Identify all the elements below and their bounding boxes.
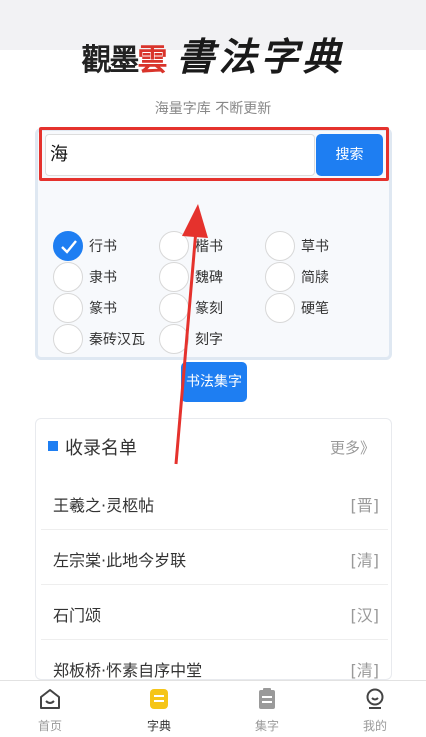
app-logo: 觀墨雲 書法字典 [0, 26, 426, 82]
checkbox-checked-icon [53, 231, 83, 261]
checkbox-icon [53, 324, 83, 354]
dictionary-icon [150, 689, 168, 709]
logo-title: 書法字典 [176, 34, 345, 79]
checkbox-icon [159, 324, 189, 354]
search-button[interactable]: 搜索 [316, 134, 383, 176]
tab-home[interactable]: 首页 [20, 687, 80, 735]
list-item[interactable]: 郑板桥·怀素自序中堂 [清] [41, 640, 388, 679]
logo-seal: 觀墨雲 [81, 43, 167, 78]
profile-icon [366, 688, 384, 709]
list-item[interactable]: 石门颂 [汉] [41, 585, 388, 640]
list-item[interactable]: 左宗棠·此地今岁联 [清] [41, 530, 388, 585]
checkbox-icon [159, 293, 189, 323]
records-header: 收录名单 更多》 [36, 419, 391, 475]
home-icon [40, 689, 60, 709]
checkbox-icon [159, 262, 189, 292]
checkbox-icon [159, 231, 189, 261]
tab-dictionary[interactable]: 字典 [129, 687, 189, 735]
more-link[interactable]: 更多》 [330, 437, 375, 458]
clipboard-icon [259, 688, 275, 709]
checkbox-icon [265, 262, 295, 292]
checkbox-icon [265, 293, 295, 323]
collect-characters-button[interactable]: 书法集字 [181, 362, 247, 402]
tab-bar: 首页 字典 集字 我的 [0, 680, 426, 737]
search-input[interactable]: 海 [45, 134, 315, 176]
tab-profile[interactable]: 我的 [345, 687, 405, 735]
checkbox-icon [53, 293, 83, 323]
records-card: 收录名单 更多》 王羲之·灵柩帖 [晋] 左宗棠·此地今岁联 [清] 石门颂 [… [35, 418, 392, 680]
section-marker [48, 441, 58, 451]
list-item[interactable]: 王羲之·灵柩帖 [晋] [41, 475, 388, 530]
records-title: 收录名单 [65, 438, 137, 459]
tab-collect[interactable]: 集字 [237, 687, 297, 735]
checkbox-icon [53, 262, 83, 292]
slogan: 海量字库 不断更新 [154, 101, 272, 117]
checkbox-icon [265, 231, 295, 261]
